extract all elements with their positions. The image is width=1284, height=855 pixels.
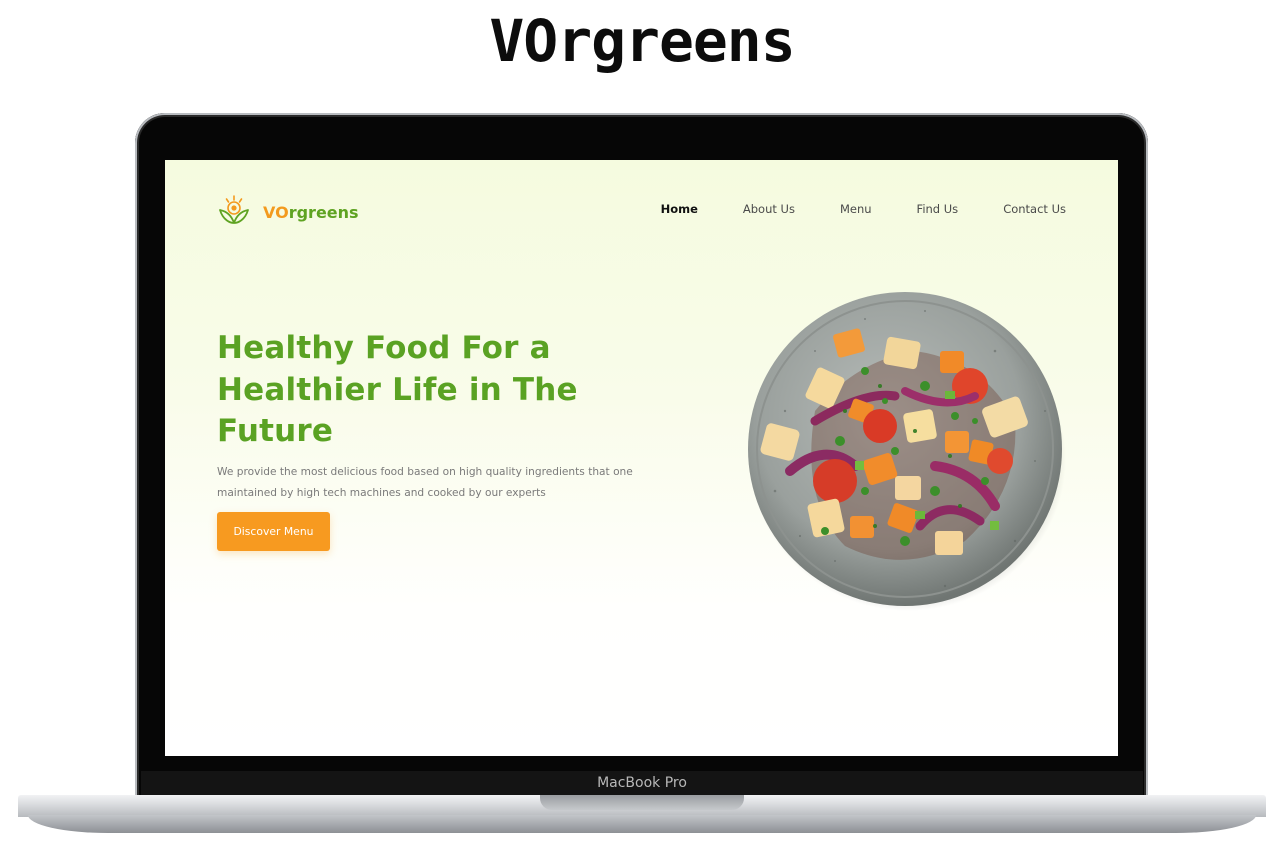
- nav-home[interactable]: Home: [661, 202, 698, 216]
- leaf-sun-icon: [217, 194, 251, 231]
- page-title: VOrgreens: [489, 7, 795, 75]
- logo-text-vo: VO: [263, 203, 289, 222]
- logo-text-rgreens: rgreens: [288, 203, 359, 222]
- nav-menu[interactable]: Menu: [840, 202, 872, 216]
- nav-find-us[interactable]: Find Us: [917, 202, 959, 216]
- laptop-base-bottom: [28, 815, 1256, 833]
- logo-text: VOrgreens: [263, 203, 359, 222]
- main-nav: Home About Us Menu Find Us Contact Us: [661, 202, 1066, 216]
- hero-title: Healthy Food For a Healthier Life in The…: [217, 330, 578, 449]
- salad-plate-image: [745, 291, 1067, 613]
- site-logo[interactable]: VOrgreens: [217, 194, 359, 231]
- nav-contact-us[interactable]: Contact Us: [1003, 202, 1066, 216]
- laptop-notch: [540, 795, 744, 810]
- discover-menu-button[interactable]: Discover Menu: [217, 512, 330, 551]
- hero-description: We provide the most delicious food based…: [217, 466, 633, 499]
- device-model-label: MacBook Pro: [597, 775, 687, 791]
- nav-about-us[interactable]: About Us: [743, 202, 795, 216]
- website-screen: VOrgreens Home About Us Menu Find Us Con…: [165, 160, 1118, 756]
